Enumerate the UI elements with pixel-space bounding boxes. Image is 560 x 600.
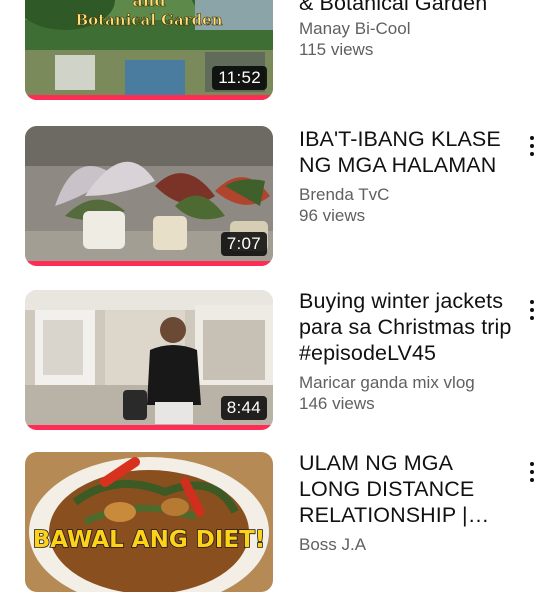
channel-name[interactable]: Brenda TvC: [299, 184, 519, 205]
more-vert-icon: [530, 136, 534, 140]
video-meta: & Botanical Garden Manay Bi-Cool 115 vie…: [299, 0, 519, 60]
more-options-button[interactable]: [522, 298, 542, 324]
watch-progress-fill: [25, 425, 273, 430]
more-options-button[interactable]: [522, 134, 542, 160]
channel-name[interactable]: Maricar ganda mix vlog: [299, 372, 519, 393]
video-meta: ULAM NG MGA LONG DISTANCE RELATIONSHIP |…: [299, 450, 519, 555]
view-count: 115 views: [299, 40, 374, 59]
video-title[interactable]: Buying winter jackets para sa Christmas …: [299, 288, 519, 366]
more-vert-icon: [530, 300, 534, 304]
video-duration: 8:44: [220, 396, 267, 420]
video-item[interactable]: and Botanical Garden 11:52 & Botanical G…: [0, 0, 560, 110]
watch-progress-bar: [25, 425, 273, 430]
channel-name[interactable]: Manay Bi-Cool: [299, 18, 519, 39]
video-item[interactable]: 7:07 IBA'T-IBANG KLASE NG MGA HALAMAN Br…: [0, 124, 560, 274]
video-title[interactable]: & Botanical Garden: [299, 0, 519, 16]
video-duration: 11:52: [212, 66, 267, 90]
video-thumbnail[interactable]: 8:44: [25, 290, 273, 430]
watch-progress-bar: [25, 261, 273, 266]
thumbnail-caption-line1: and: [132, 0, 165, 10]
video-thumbnail[interactable]: 7:07: [25, 126, 273, 266]
video-title[interactable]: ULAM NG MGA LONG DISTANCE RELATIONSHIP |…: [299, 450, 519, 528]
view-count: 96 views: [299, 206, 366, 225]
video-title[interactable]: IBA'T-IBANG KLASE NG MGA HALAMAN: [299, 126, 519, 178]
more-vert-icon: [530, 462, 534, 466]
watch-progress-fill: [25, 95, 273, 100]
video-duration: 7:07: [220, 232, 267, 256]
thumbnail-image: BAWAL ANG DIET!: [25, 452, 273, 592]
view-count: 146 views: [299, 394, 375, 413]
channel-name[interactable]: Boss J.A: [299, 534, 519, 555]
video-meta: IBA'T-IBANG KLASE NG MGA HALAMAN Brenda …: [299, 126, 519, 226]
video-item[interactable]: BAWAL ANG DIET! ULAM NG MGA LONG DISTANC…: [0, 450, 560, 600]
video-feed: and Botanical Garden 11:52 & Botanical G…: [0, 0, 560, 592]
thumbnail-caption: BAWAL ANG DIET!: [33, 527, 266, 553]
watch-progress-bar: [25, 95, 273, 100]
video-item[interactable]: 8:44 Buying winter jackets para sa Chris…: [0, 288, 560, 438]
watch-progress-fill: [25, 261, 273, 266]
video-thumbnail[interactable]: and Botanical Garden 11:52: [25, 0, 273, 100]
video-meta: Buying winter jackets para sa Christmas …: [299, 288, 519, 414]
thumbnail-caption-line2: Botanical Garden: [75, 11, 222, 29]
more-options-button[interactable]: [522, 460, 542, 486]
video-thumbnail[interactable]: BAWAL ANG DIET!: [25, 452, 273, 592]
